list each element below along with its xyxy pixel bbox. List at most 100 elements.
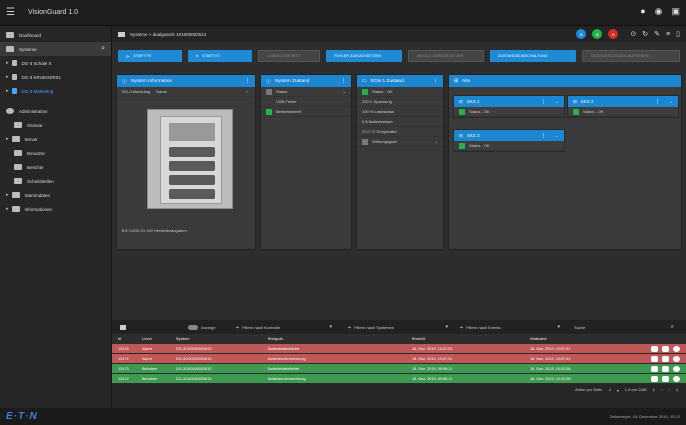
search-icon[interactable]: ⌕ bbox=[101, 45, 105, 53]
list-icon[interactable]: ≡ bbox=[666, 31, 670, 38]
battery-icon: ▭ bbox=[362, 78, 367, 84]
comment-icon[interactable] bbox=[662, 345, 669, 352]
app-title: VisionGuard 1.0 bbox=[28, 9, 79, 16]
timestamp: Zeitstempel: 18. Dezember 2019, 10:22 bbox=[609, 414, 680, 419]
ladekuthiktest-button[interactable]: LADEKUTHIKTEST bbox=[258, 50, 320, 62]
name-row: DG-3 Marketing Name ✔ bbox=[117, 87, 255, 97]
circuit-tile-3[interactable]: ⊟ SKS 3 ⋮ → Status - OK bbox=[453, 129, 565, 152]
sidebar-item-schale[interactable]: ▸ DG-3 Schale X bbox=[0, 56, 111, 70]
last-page-icon[interactable]: ›| bbox=[676, 388, 678, 392]
check-icon: ✔ bbox=[245, 89, 249, 94]
filter-bar: Anzeige ⏷ Filtern nach Kontrolle ▾ ⏷ Filter… bbox=[112, 320, 686, 334]
start-fe-button[interactable]: ⟳ START FE bbox=[118, 50, 182, 62]
more-icon[interactable]: ⋮ bbox=[433, 78, 438, 84]
view-icon[interactable] bbox=[651, 365, 658, 372]
filter-icon: ⏷ bbox=[236, 324, 240, 330]
prev-page-icon[interactable]: ‹ bbox=[661, 388, 662, 392]
view-icon[interactable] bbox=[651, 375, 658, 382]
zustandseinschaltung-button[interactable]: ZUSTANDSEINSCHALTUNG bbox=[490, 50, 576, 62]
arrow-right-icon[interactable]: → bbox=[554, 99, 559, 105]
status-icon: ⓘ bbox=[266, 79, 271, 85]
chevron-right-icon: ▸ bbox=[6, 206, 9, 212]
device-icon bbox=[11, 88, 17, 94]
sidebar-item-informationen[interactable]: ▸ Informationen bbox=[0, 202, 111, 216]
check-icon[interactable] bbox=[673, 375, 680, 382]
more-icon[interactable]: ⋮ bbox=[341, 78, 346, 84]
comment-icon[interactable] bbox=[662, 375, 669, 382]
more-icon[interactable]: ⋮ bbox=[541, 99, 546, 105]
circuit-tile-2[interactable]: ⊟ SKS 2 ⋮ → Status - OK bbox=[567, 95, 679, 118]
report-icon bbox=[14, 164, 22, 170]
breadcrumb[interactable]: Systeme > dualguards 101000002614 bbox=[130, 32, 206, 37]
sidebar-item-server[interactable]: ▸ Server bbox=[0, 132, 111, 146]
sidebar-item-systeme[interactable]: Systeme ⌕ bbox=[0, 42, 111, 56]
table-row[interactable]: 12472 Behoben DG-3/100000002613 Batterie… bbox=[112, 374, 686, 384]
info-count-badge[interactable]: 0 bbox=[576, 29, 587, 39]
sidebar-item-glossar[interactable]: Glossar bbox=[0, 118, 111, 132]
sidebar-item-berichte[interactable]: Berichte bbox=[0, 160, 111, 174]
scm-efficiency-row[interactable]: Wirkungsgrad ⌄ bbox=[357, 137, 443, 147]
first-page-icon[interactable]: |‹ bbox=[653, 388, 655, 392]
view-icon[interactable] bbox=[651, 345, 658, 352]
sidebar-item-schnittstellen[interactable]: Schnittstellen bbox=[0, 174, 111, 188]
action-bar: ⟳ START FE ● START KT LADEKUTHIKTEST FEHLE… bbox=[118, 50, 680, 64]
view-icon[interactable] bbox=[651, 355, 658, 362]
user-icon bbox=[14, 150, 22, 156]
filter-kontrolle[interactable]: ⏷ Filtern nach Kontrolle ▾ bbox=[236, 324, 332, 330]
display-toggle[interactable]: Anzeige bbox=[188, 324, 215, 330]
check-icon[interactable] bbox=[673, 345, 680, 352]
footer: E·T·N Zeitstempel: 18. Dezember 2019, 10… bbox=[0, 408, 686, 425]
search-input[interactable]: Suche ⌕ bbox=[574, 324, 674, 331]
play-icon: ⟳ bbox=[126, 54, 130, 59]
next-page-icon[interactable]: › bbox=[668, 388, 669, 392]
sidebar-item-stammdaten[interactable]: ▸ Stammdaten bbox=[0, 188, 111, 202]
fehler-reset-button[interactable]: FEHLER ZURÜCKSETZEN bbox=[326, 50, 402, 62]
chevron-right-icon: ▸ bbox=[6, 136, 9, 142]
ok-count-badge[interactable]: 0 bbox=[592, 29, 603, 39]
account-icon[interactable]: ◉ bbox=[655, 6, 663, 17]
circle-icon[interactable]: ● bbox=[640, 6, 645, 17]
table-row[interactable]: 12474 Alarm DG-3/100000002613 Batterieun… bbox=[112, 354, 686, 364]
pagination: Zeilen pro Seite: 4 ▾ 1-4 von 2481 |‹ ‹ … bbox=[112, 384, 686, 396]
scm-zustand-panel: ▭ SCM 1 Zustand ⋮ Status - OK 230 V Spannu… bbox=[356, 74, 444, 250]
circuit-tile-1[interactable]: ⊟ SKS 1 ⋮ → Status - OK bbox=[453, 95, 565, 118]
comment-icon[interactable] bbox=[662, 365, 669, 372]
more-icon[interactable]: ⋮ bbox=[655, 99, 660, 105]
sidebar-item-krueger[interactable]: ▸ DG-3 KRUEGER01 bbox=[0, 70, 111, 84]
scm-temp-row: 27.0 °C Temperatur bbox=[357, 127, 443, 137]
check-icon[interactable] bbox=[673, 355, 680, 362]
chevron-right-icon: ▸ bbox=[6, 192, 9, 198]
filter-systeme[interactable]: ⏷ Filtern nach Systemen ▾ bbox=[348, 324, 448, 330]
more-icon[interactable]: ⋮ bbox=[541, 133, 546, 139]
refresh-icon[interactable]: ↻ bbox=[642, 30, 648, 38]
akku-reset-button[interactable]: AKKULT ZURÜCKSETZEN bbox=[408, 50, 484, 62]
chevron-down-icon: ⌄ bbox=[434, 139, 438, 144]
device-icon[interactable]: ▯ bbox=[676, 30, 680, 38]
breadcrumb-bar: Systeme > dualguards 101000002614 0 0 0 … bbox=[112, 26, 686, 42]
datenauslesung-button[interactable]: DATENAUSLESUNG AUFHEBEN bbox=[582, 50, 680, 62]
edit-icon[interactable]: ✎ bbox=[654, 30, 660, 38]
chevron-right-icon: ▸ bbox=[6, 74, 9, 80]
table-row[interactable]: 12473 Behoben DG-3/100000002613 Batterie… bbox=[112, 364, 686, 374]
status-row[interactable]: Status ⌄ bbox=[261, 87, 351, 97]
arrow-right-icon[interactable]: → bbox=[668, 99, 673, 105]
sidebar-item-administration[interactable]: Administration bbox=[0, 104, 111, 118]
more-icon[interactable]: ⋮ bbox=[245, 78, 250, 84]
menu-icon[interactable]: ☰ bbox=[6, 7, 20, 18]
settings-icon[interactable]: ⊙ bbox=[630, 30, 636, 38]
sidebar-item-dashboard[interactable]: Dashboard bbox=[0, 28, 111, 42]
grid-icon[interactable]: ▣ bbox=[671, 6, 680, 17]
check-icon[interactable] bbox=[673, 365, 680, 372]
comment-icon[interactable] bbox=[662, 355, 669, 362]
rows-per-page-select[interactable]: 4 bbox=[609, 388, 611, 392]
alarm-count-badge[interactable]: 0 bbox=[608, 29, 619, 39]
arrow-right-icon[interactable]: → bbox=[554, 133, 559, 139]
sidebar-item-benutzer[interactable]: Benutzer bbox=[0, 146, 111, 160]
filter-events[interactable]: ⏷ Filtern nach Events ▾ bbox=[460, 324, 560, 330]
table-row[interactable]: 12475 Alarm DG-3/100000002613 Batterieka… bbox=[112, 344, 686, 354]
dashboard-icon bbox=[6, 32, 14, 38]
chevron-right-icon: ▸ bbox=[6, 60, 9, 66]
sidebar-item-marketing[interactable]: ▸ DG-3 Marketing bbox=[0, 84, 111, 98]
search-icon[interactable]: ⌕ bbox=[671, 324, 674, 331]
start-kt-button[interactable]: ● START KT bbox=[188, 50, 252, 62]
